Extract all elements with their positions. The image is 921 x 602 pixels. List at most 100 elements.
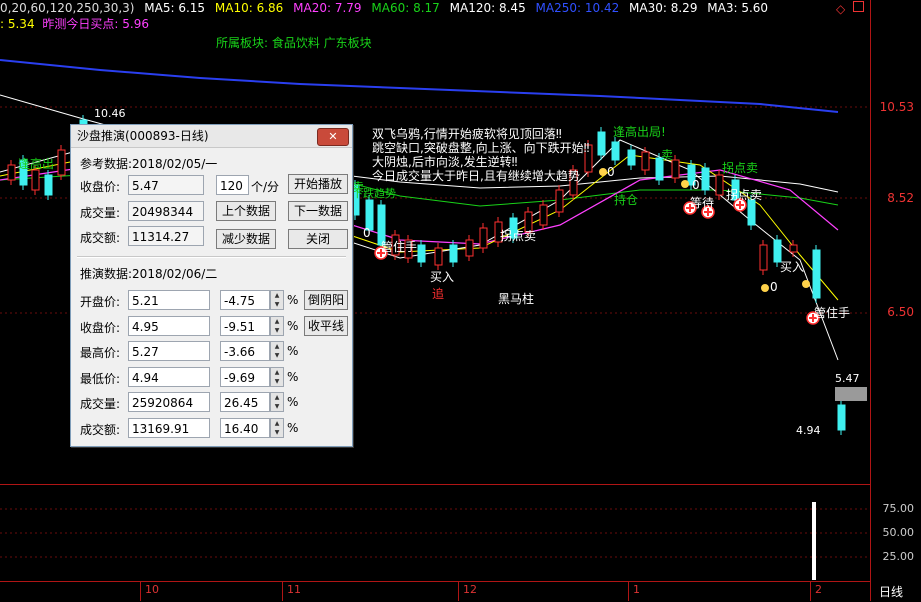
time-tick: 11 (287, 583, 301, 596)
pct-sign: % (287, 370, 299, 384)
candle (641, 151, 650, 171)
restore-icon[interactable] (853, 1, 864, 12)
sim-amount-pct-field[interactable]: 16.40 (220, 418, 270, 438)
turn-sell-label: 拐点卖 (726, 188, 763, 202)
candle (812, 249, 821, 299)
escape-label: 逢高出 (18, 157, 55, 171)
amount-label: 成交额: (80, 231, 121, 245)
zero-label: 0 (607, 165, 615, 179)
zero-label: 0 (692, 178, 700, 192)
sim-row-label: 开盘价: (80, 295, 121, 309)
sim-row-label: 最低价: (80, 372, 121, 386)
ma30-value: MA30: 8.29 (629, 1, 698, 15)
close-icon[interactable]: ✕ (317, 128, 349, 146)
downtrend-label: 下跌趋势 (352, 187, 396, 200)
pct-sign: % (287, 344, 299, 358)
wait-label: 等待 (690, 196, 715, 210)
sim-high-field[interactable]: 5.27 (128, 341, 210, 361)
candle (555, 189, 564, 213)
candle (465, 239, 474, 257)
sim-close-field[interactable]: 4.95 (128, 316, 210, 336)
sim-row-label: 成交额: (80, 423, 121, 437)
close-price-label: 收盘价: (80, 180, 121, 194)
hand-icon (761, 284, 769, 292)
play-button[interactable]: 开始播放 (288, 174, 348, 194)
turn-sell-label: 拐点卖 (500, 229, 537, 243)
zero-label: 0 (770, 280, 778, 294)
candle (31, 169, 40, 191)
candle (789, 244, 798, 253)
ref-volume-field: 20498344 (128, 201, 204, 221)
period-label[interactable]: 日线 (879, 583, 903, 600)
pct-sign: % (287, 395, 299, 409)
black-horse-label: 黑马柱 (498, 292, 535, 306)
sim-low-pct-field[interactable]: -9.69 (220, 367, 270, 387)
pct-sign: % (287, 421, 299, 435)
sim-volume-pct-field[interactable]: 26.45 (220, 392, 270, 412)
spinner-icon[interactable]: ▲ ▼ (270, 290, 284, 310)
ma5-value: MA5: 6.15 (144, 1, 206, 15)
time-sep (628, 582, 629, 601)
sim-row-label: 最高价: (80, 346, 121, 360)
reference-date: 参考数据:2018/02/05/一 (80, 157, 218, 171)
time-tick: 1 (633, 583, 640, 596)
reduce-data-button[interactable]: 减少数据 (216, 229, 276, 249)
spinner-icon[interactable]: ▲ ▼ (270, 367, 284, 387)
sub-tick: 25.00 (882, 550, 915, 563)
speed-field[interactable]: 120 (216, 175, 249, 195)
recent-low-label: 4.94 (796, 424, 821, 437)
high-price-label: 10.46 (94, 107, 126, 120)
sub-tick: 50.00 (882, 526, 915, 539)
zero-label: 0 (363, 226, 371, 240)
ma250-value: MA250: 10.42 (535, 1, 620, 15)
candle (417, 244, 426, 263)
sim-high-pct-field[interactable]: -3.66 (220, 341, 270, 361)
pct-sign: % (287, 293, 299, 307)
volume-bar (812, 502, 816, 580)
hand-icon (802, 280, 810, 288)
candle (449, 244, 458, 263)
ma10-value: MA10: 6.86 (214, 1, 284, 15)
sim-volume-field[interactable]: 25920864 (128, 392, 210, 412)
ma20-value: MA20: 7.79 (293, 1, 362, 15)
time-tick: 10 (145, 583, 159, 596)
ma-indicator-bar: 0,20,60,120,250,30,3) MA5: 6.15 MA10: 6.… (0, 0, 774, 16)
hand-icon (681, 180, 689, 188)
sim-open-pct-field[interactable]: -4.75 (220, 290, 270, 310)
candle (7, 164, 16, 181)
spinner-icon[interactable]: ▲ ▼ (270, 341, 284, 361)
ma120-value: MA120: 8.45 (449, 1, 526, 15)
signal-note: 双飞乌鸦,行情开始疲软将见顶回落‼ 跳空缺口,突破盘整,向上涨、向下跌开始‼ 大… (372, 127, 589, 183)
volume-label: 成交量: (80, 206, 121, 220)
sim-low-field[interactable]: 4.94 (128, 367, 210, 387)
ma250-line (0, 59, 839, 113)
time-sep (140, 582, 141, 601)
next-data-button[interactable]: 下一数据 (288, 201, 348, 221)
sector-label: 所属板块: 食品饮料 广东板块 (216, 36, 372, 50)
spinner-icon[interactable]: ▲ ▼ (270, 418, 284, 438)
spinner-icon[interactable]: ▲ ▼ (270, 316, 284, 336)
close-button[interactable]: 关闭 (288, 229, 348, 249)
turn-sell-label: 拐点卖 (722, 161, 759, 175)
flip-yinyang-button[interactable]: 倒阴阳 (304, 290, 348, 310)
candle (671, 159, 680, 179)
sim-amount-field[interactable]: 13169.91 (128, 418, 210, 438)
simulation-date: 推演数据:2018/02/06/二 (80, 267, 218, 281)
flat-close-button[interactable]: 收平线 (304, 316, 348, 336)
sim-open-field[interactable]: 5.21 (128, 290, 210, 310)
candle (715, 174, 724, 196)
signal-note-line: 大阴烛,后市向淡,发生逆转‼ (372, 155, 518, 169)
dialog-title[interactable]: 沙盘推演(000893-日线) (71, 125, 352, 148)
diamond-icon[interactable]: ◇ (836, 2, 845, 16)
prev-data-button[interactable]: 上个数据 (216, 201, 276, 221)
time-sep (810, 582, 811, 601)
ma60-value: MA60: 8.17 (371, 1, 440, 15)
indicator-row2: : 5.34 昨测今日买点: 5.96 (0, 15, 149, 32)
sim-close-pct-field[interactable]: -9.51 (220, 316, 270, 336)
candle (597, 131, 606, 156)
candle (539, 204, 548, 226)
spinner-icon[interactable]: ▲ ▼ (270, 392, 284, 412)
speed-unit: 个/分 (251, 180, 280, 194)
pct-sign: % (287, 319, 299, 333)
escape-label: 逢高出局! (613, 125, 666, 139)
